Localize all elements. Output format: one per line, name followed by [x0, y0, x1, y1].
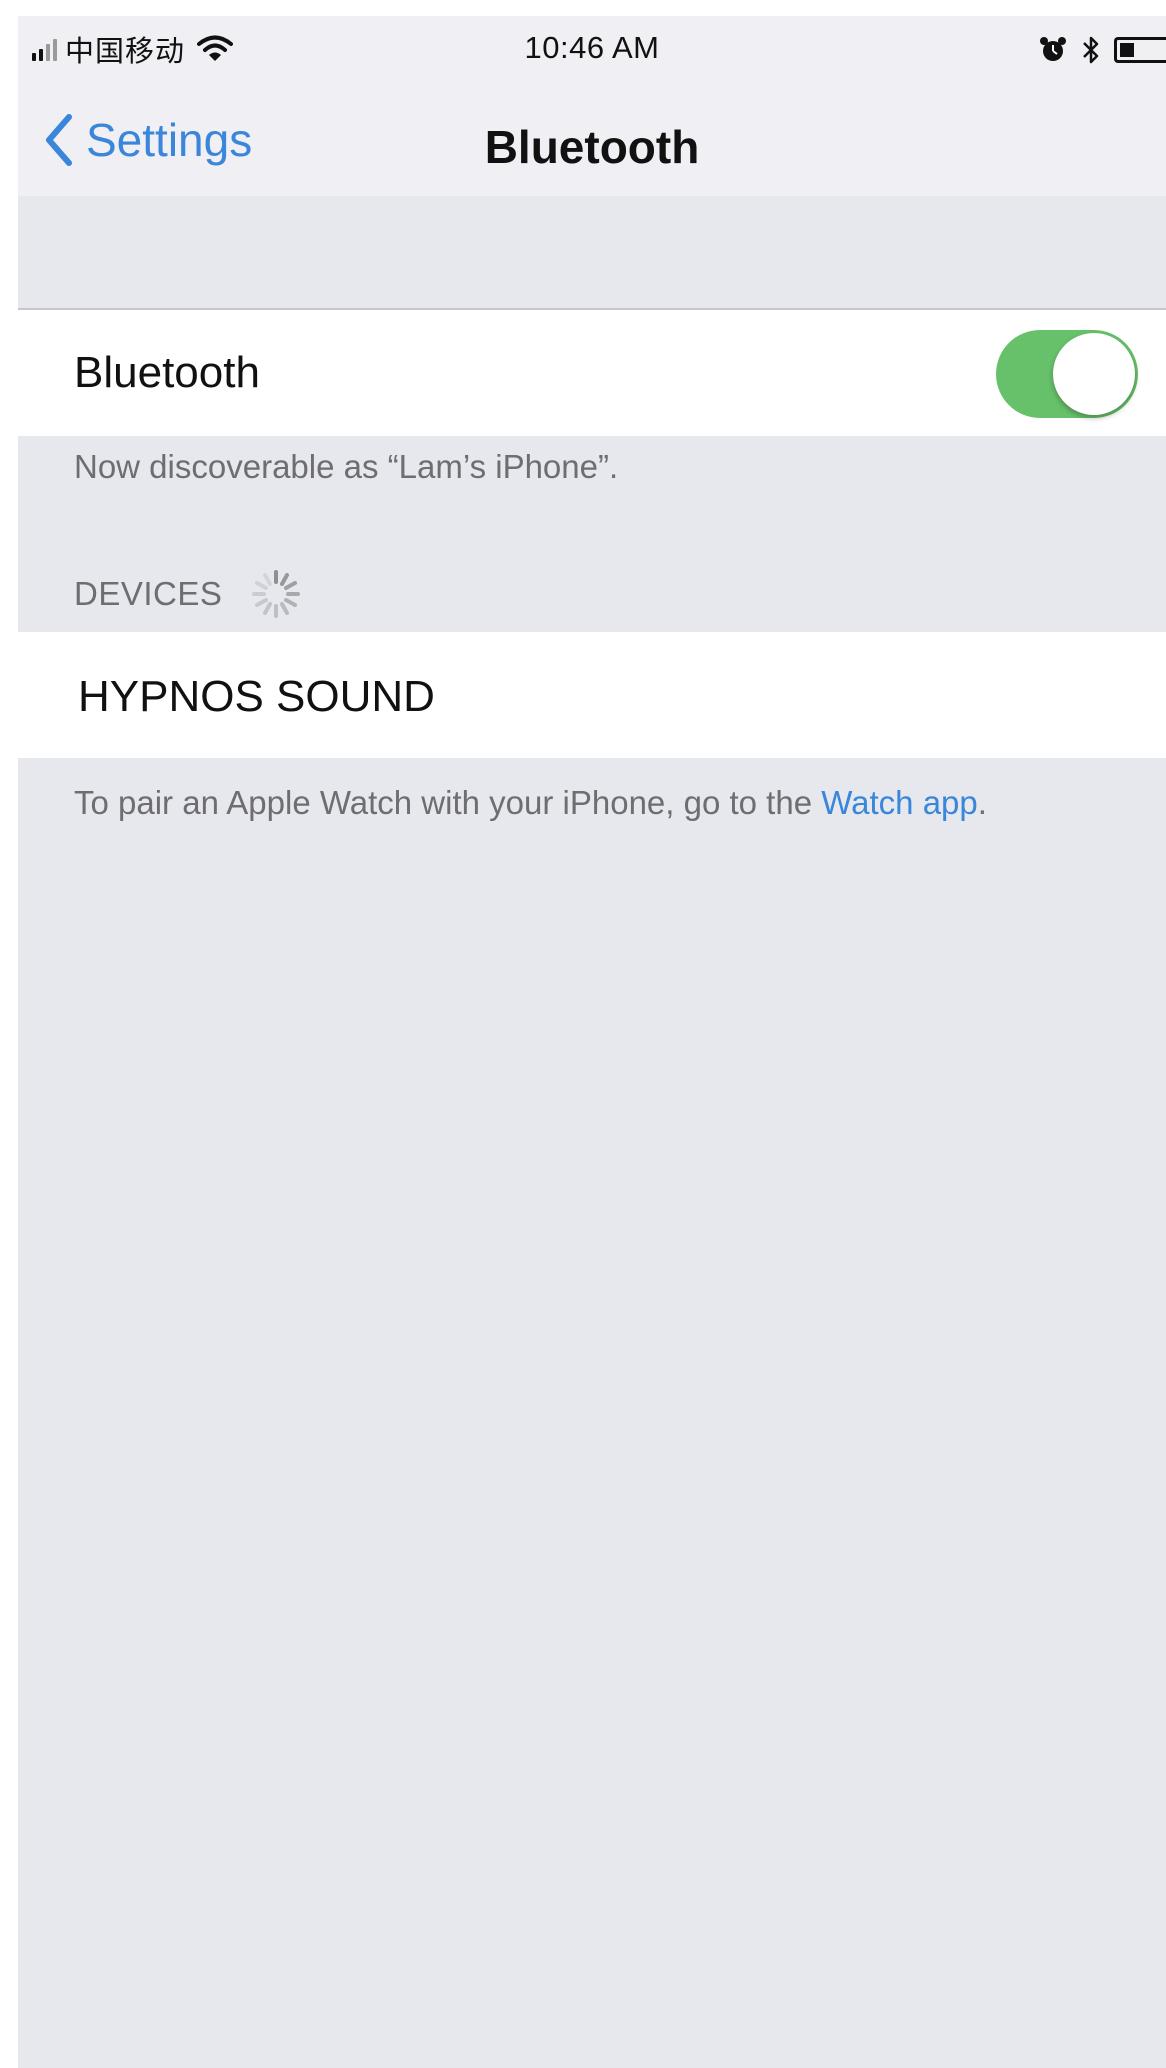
spinner-icon	[252, 570, 301, 618]
status-right	[1038, 28, 1166, 72]
bluetooth-toggle-switch[interactable]	[996, 330, 1138, 418]
page-title: Bluetooth	[484, 121, 700, 173]
battery-icon	[1114, 37, 1166, 63]
bluetooth-toggle-label: Bluetooth	[74, 348, 260, 397]
discoverable-footer: Now discoverable as “Lam’s iPhone”.	[74, 448, 619, 485]
device-name: HYPNOS SOUND	[78, 672, 435, 721]
status-bar: 中国移动 10:46 AM	[18, 16, 1166, 86]
section-spacer	[18, 196, 1166, 310]
pair-hint-text: To pair an Apple Watch with your iPhone,…	[74, 784, 813, 821]
status-time: 10:46 AM	[524, 30, 660, 65]
watch-app-link[interactable]: Watch app	[821, 784, 978, 821]
pair-hint-suffix: .	[977, 784, 987, 821]
devices-section-header: DEVICES	[74, 570, 304, 618]
alarm-icon	[1040, 37, 1066, 61]
navigation-bar: Settings Bluetooth	[18, 86, 1166, 196]
bluetooth-toggle-row: Bluetooth	[18, 310, 1166, 436]
devices-header-label: DEVICES	[74, 575, 223, 612]
bluetooth-settings-screen: 中国移动 10:46 AM Settings Bluetooth Bluetoo…	[18, 16, 1166, 2068]
apple-watch-pair-hint: To pair an Apple Watch with your iPhone,…	[74, 784, 987, 822]
toggle-knob	[1053, 333, 1135, 415]
device-row[interactable]: HYPNOS SOUND	[18, 632, 1166, 758]
bluetooth-icon	[1083, 36, 1099, 64]
